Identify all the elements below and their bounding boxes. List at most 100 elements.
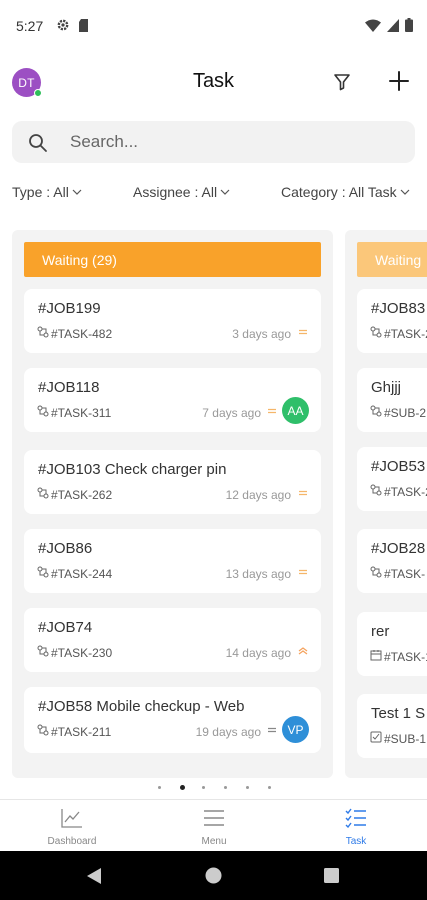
tasklist-icon	[345, 808, 366, 828]
card-title: Test 1 S	[371, 705, 426, 722]
type-filter-label: Type : All	[12, 184, 69, 200]
assignee-avatar[interactable]: VP	[282, 716, 309, 743]
column-waiting-next: Waiting #JOB83 #TASK-2 Ghjjj #SUB-2 #JOB…	[345, 230, 427, 778]
assignee-avatar[interactable]: AA	[282, 397, 309, 424]
nav-task[interactable]: Task	[311, 800, 401, 852]
add-icon[interactable]	[386, 68, 412, 94]
task-card[interactable]: #JOB58 Mobile checkup - Web #TASK-211 19…	[24, 687, 321, 753]
card-title: #JOB86	[38, 540, 93, 557]
priority-medium-icon	[266, 404, 278, 416]
task-card[interactable]: #JOB83 #TASK-2	[357, 289, 427, 353]
task-card[interactable]: Ghjjj #SUB-2	[357, 368, 427, 432]
subtask-icon	[370, 484, 382, 499]
task-id-text: #TASK-211	[51, 724, 112, 739]
task-id-text: #TASK-311	[51, 405, 112, 420]
cell-signal-icon	[387, 18, 399, 32]
type-filter[interactable]: Type : All	[12, 184, 82, 200]
subtask-icon	[37, 724, 49, 739]
page-dot[interactable]	[158, 786, 161, 789]
page-dot[interactable]	[224, 786, 227, 789]
recents-icon[interactable]	[324, 868, 339, 883]
filter-row: Type : All Assignee : All Category : All…	[0, 184, 427, 204]
task-id-text: #SUB-2	[384, 405, 427, 420]
card-task-id: #TASK-262	[37, 487, 112, 502]
nav-menu-label: Menu	[201, 836, 227, 847]
page-title: Task	[192, 70, 235, 92]
battery-icon	[405, 18, 413, 32]
task-card[interactable]: #JOB86 #TASK-244 13 days ago	[24, 529, 321, 593]
card-task-id: #TASK-2	[370, 326, 427, 341]
menu-icon	[204, 810, 224, 826]
task-card[interactable]: #JOB199 #TASK-482 3 days ago	[24, 289, 321, 353]
task-card[interactable]: Test 1 S #SUB-1	[357, 694, 427, 758]
system-navigation-bar	[0, 851, 427, 900]
status-bar: 5:27	[0, 0, 427, 52]
card-title: #JOB53	[371, 458, 426, 475]
search-icon	[29, 134, 47, 152]
home-icon[interactable]	[205, 867, 222, 884]
card-task-id: #TASK-1	[370, 649, 427, 664]
category-filter[interactable]: Category : All Task	[281, 184, 410, 200]
task-id-text: #TASK-230	[51, 645, 113, 660]
subtask-icon	[370, 405, 382, 420]
kanban-board[interactable]: Waiting (29) #JOB199 #TASK-482 3 days ag…	[0, 230, 427, 778]
card-task-id: #TASK-211	[37, 724, 111, 739]
card-time: 14 days ago	[225, 646, 291, 660]
card-time: 7 days ago	[202, 406, 261, 420]
page-dot[interactable]	[246, 786, 249, 789]
task-card[interactable]: #JOB118 #TASK-311 7 days ago AA	[24, 368, 321, 432]
task-card[interactable]: #JOB28 #TASK-	[357, 529, 427, 593]
card-title: Ghjjj	[371, 379, 402, 396]
task-id-text: #TASK-244	[51, 566, 113, 581]
back-icon[interactable]	[86, 867, 102, 885]
chart-icon	[61, 809, 82, 828]
task-card[interactable]: #JOB53 #TASK-2	[357, 447, 427, 511]
priority-low-icon	[266, 723, 278, 735]
task-id-text: #TASK-	[384, 566, 426, 581]
page-dot[interactable]	[268, 786, 271, 789]
subtask-icon	[37, 326, 49, 341]
nav-dashboard-label: Dashboard	[47, 836, 97, 847]
chevron-down-icon	[220, 189, 230, 195]
chevron-down-icon	[400, 189, 410, 195]
assignee-filter-label: Assignee : All	[133, 184, 218, 200]
subtask-icon	[37, 487, 49, 502]
chevron-down-icon	[72, 189, 82, 195]
card-time: 13 days ago	[225, 567, 291, 581]
category-filter-label: Category : All Task	[281, 184, 397, 200]
search-input[interactable]	[70, 121, 400, 163]
nav-dashboard[interactable]: Dashboard	[27, 800, 117, 852]
card-title: #JOB199	[38, 300, 101, 317]
nav-menu[interactable]: Menu	[169, 800, 259, 852]
card-task-id: #TASK-2	[370, 484, 427, 499]
card-time: 12 days ago	[225, 488, 291, 502]
column-header: Waiting	[357, 242, 427, 277]
subtask-icon	[37, 645, 49, 660]
page-dot[interactable]	[180, 785, 185, 790]
assignee-filter[interactable]: Assignee : All	[133, 184, 230, 200]
page-dot[interactable]	[202, 786, 205, 789]
app-header: DT Task	[0, 56, 427, 108]
task-card[interactable]: #JOB103 Check charger pin #TASK-262 12 d…	[24, 450, 321, 514]
card-title: #JOB28	[371, 540, 426, 557]
task-card[interactable]: rer #TASK-1	[357, 612, 427, 676]
card-time: 19 days ago	[195, 725, 261, 739]
filter-icon[interactable]	[330, 70, 354, 94]
card-title: #JOB118	[38, 379, 100, 396]
card-task-id: #TASK-244	[37, 566, 112, 581]
task-card[interactable]: #JOB74 #TASK-230 14 days ago	[24, 608, 321, 672]
task-id-text: #TASK-2	[384, 326, 427, 341]
card-task-id: #SUB-2	[370, 405, 426, 420]
task-id-text: #TASK-2	[384, 484, 427, 499]
bottom-navigation: Dashboard Menu Task	[0, 799, 427, 851]
card-title: #JOB74	[38, 619, 93, 636]
column-header: Waiting (29)	[24, 242, 321, 277]
priority-medium-icon	[297, 486, 309, 498]
task-id-text: #TASK-1	[384, 649, 427, 664]
card-task-id: #TASK-482	[37, 326, 112, 341]
priority-high-icon	[297, 644, 309, 656]
search-bar[interactable]	[12, 121, 415, 163]
subtask-icon	[370, 326, 382, 341]
card-title: #JOB83	[371, 300, 426, 317]
sd-card-icon	[79, 18, 88, 32]
